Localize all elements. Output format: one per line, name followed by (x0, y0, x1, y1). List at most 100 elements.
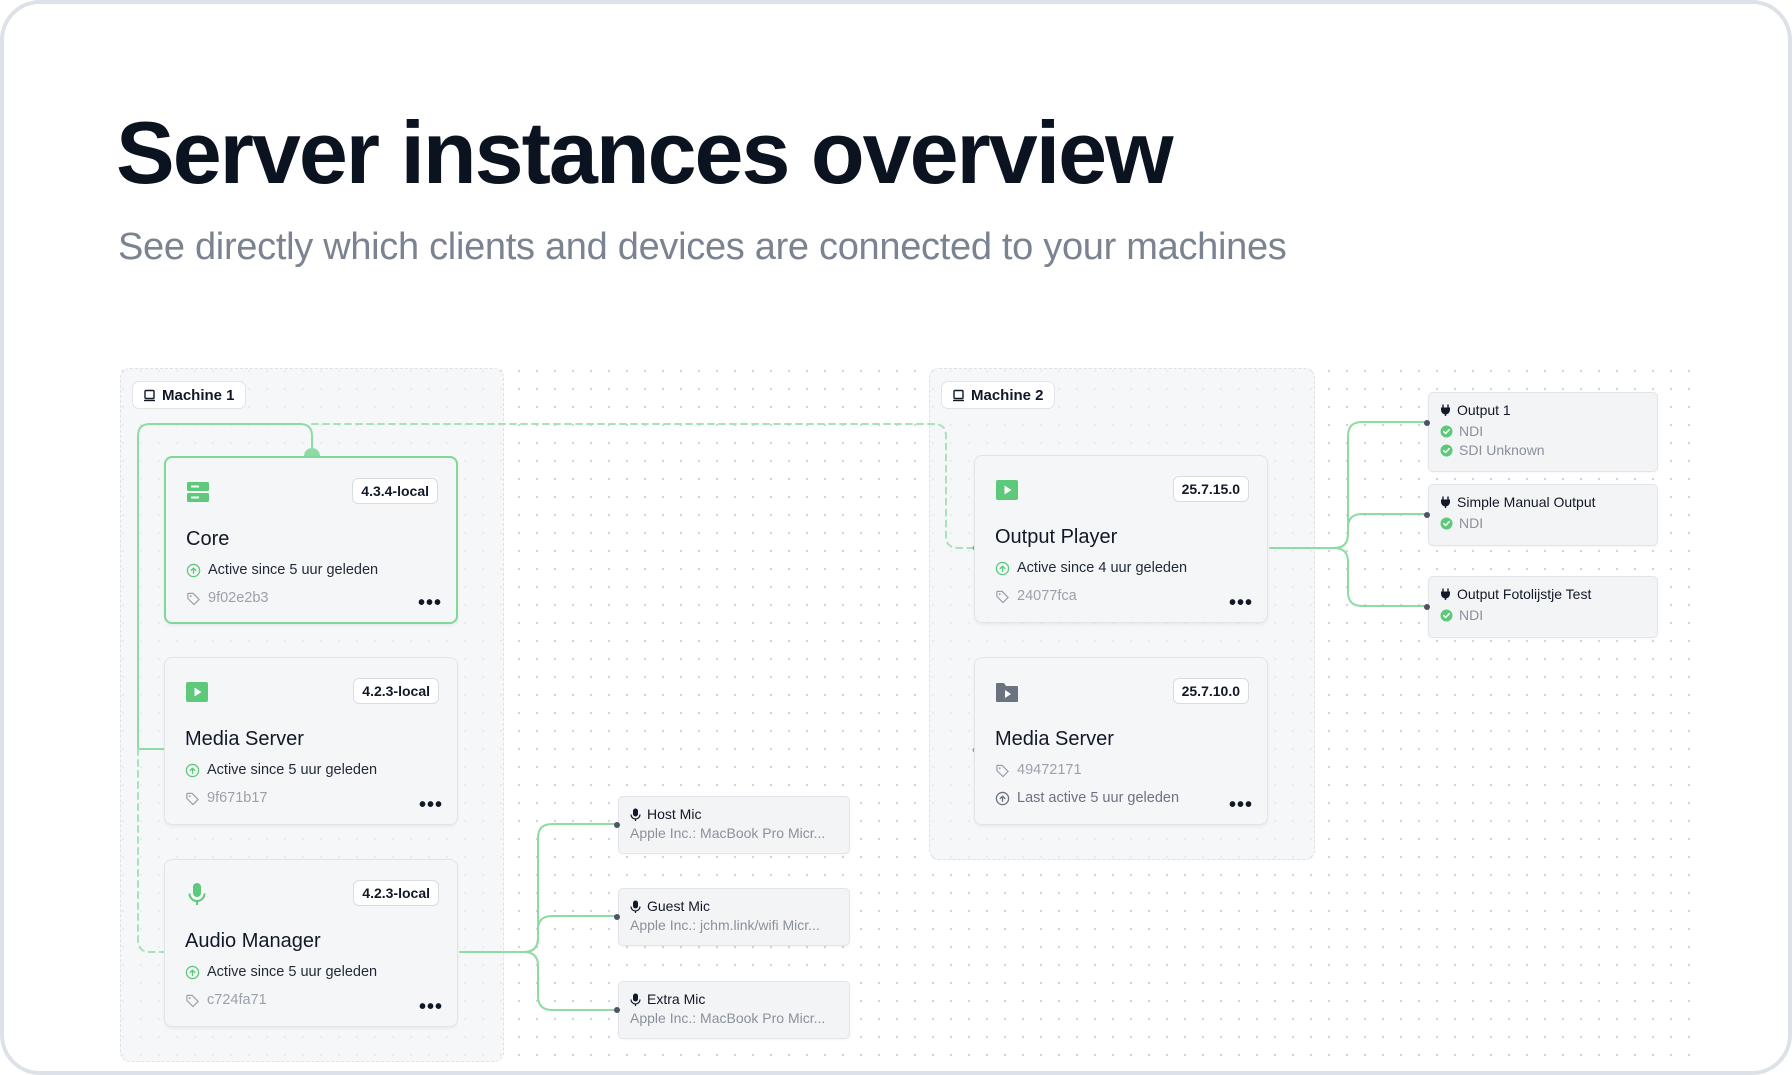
more-options-button[interactable]: ••• (1229, 795, 1253, 815)
id-row: 9f02e2b3 (186, 590, 268, 606)
signal-row: NDI (1440, 423, 1483, 439)
device-source: Apple Inc.: jchm.link/wifi Micr... (630, 917, 820, 933)
device-name: Extra Mic (647, 991, 706, 1007)
signal-label: NDI (1459, 423, 1484, 439)
active-status-icon (995, 561, 1010, 575)
connection-handle[interactable] (614, 1007, 620, 1013)
output-name-row: Output 1 (1440, 402, 1511, 418)
server-name: Core (186, 528, 230, 550)
microphone-icon (630, 993, 641, 1006)
server-card-media-server-1[interactable]: 4.2.3-local Media Server Active since 5 … (164, 657, 458, 825)
device-name: Host Mic (647, 806, 702, 822)
status-row: Active since 5 uur geleden (185, 762, 377, 778)
signal-label: NDI (1459, 607, 1484, 623)
server-name: Media Server (185, 728, 304, 750)
active-status-icon (185, 965, 200, 979)
more-options-button[interactable]: ••• (419, 997, 443, 1017)
output-node-output-fotolijstje-test[interactable]: Output Fotolijstje Test NDI (1424, 576, 1658, 638)
microphone-icon (188, 883, 206, 905)
window-frame: Server instances overview See directly w… (0, 0, 1792, 1075)
connection-handle[interactable] (1424, 604, 1430, 610)
more-options-button[interactable]: ••• (419, 795, 443, 815)
id-row: 9f671b17 (185, 790, 267, 806)
play-icon (996, 480, 1018, 500)
status-text: Active since 5 uur geleden (207, 964, 378, 980)
clock-icon (995, 791, 1010, 805)
check-circle-icon (1440, 425, 1453, 437)
id-row: 49472171 (995, 762, 1082, 778)
server-card-media-server-2[interactable]: 25.7.10.0 Media Server 49472171 Last act… (974, 657, 1268, 825)
device-name-row: Host Mic (630, 806, 701, 822)
tag-icon (996, 764, 1009, 777)
signal-label: SDI Unknown (1459, 442, 1545, 458)
active-status-icon (185, 763, 200, 777)
status-row: Active since 5 uur geleden (186, 562, 378, 578)
status-row: Active since 4 uur geleden (995, 560, 1187, 576)
id-row: c724fa71 (185, 992, 267, 1008)
output-name-row: Simple Manual Output (1440, 494, 1596, 510)
device-node-host-mic[interactable]: Host Mic Apple Inc.: MacBook Pro Micr... (614, 796, 850, 854)
output-name: Simple Manual Output (1457, 494, 1596, 510)
more-options-button[interactable]: ••• (1229, 593, 1253, 613)
folder-play-icon (996, 683, 1018, 702)
check-circle-icon (1440, 609, 1453, 621)
active-status-icon (186, 563, 201, 577)
connection-handle[interactable] (614, 822, 620, 828)
server-name: Output Player (995, 526, 1118, 548)
last-active-row: Last active 5 uur geleden (995, 790, 1179, 806)
plug-icon (1441, 588, 1450, 600)
output-node-output-1[interactable]: Output 1 NDI SDI Unknown (1424, 392, 1658, 472)
device-source: Apple Inc.: MacBook Pro Micr... (630, 825, 826, 841)
instance-id: 49472171 (1017, 762, 1082, 778)
output-node-simple-manual-output[interactable]: Simple Manual Output NDI (1424, 484, 1658, 546)
last-active-text: Last active 5 uur geleden (1017, 790, 1180, 806)
status-text: Active since 5 uur geleden (207, 762, 378, 778)
output-name-row: Output Fotolijstje Test (1440, 586, 1591, 602)
device-node-guest-mic[interactable]: Guest Mic Apple Inc.: jchm.link/wifi Mic… (614, 888, 850, 946)
device-source: Apple Inc.: MacBook Pro Micr... (630, 1010, 826, 1026)
output-name: Output Fotolijstje Test (1457, 586, 1592, 602)
more-options-button[interactable]: ••• (418, 593, 442, 613)
server-card-output-player[interactable]: 25.7.15.0 Output Player Active since 4 u… (974, 455, 1268, 623)
version-badge: 25.7.15.0 (1172, 476, 1249, 502)
tag-icon (186, 792, 199, 805)
device-name-row: Guest Mic (630, 898, 710, 914)
instance-id: 24077fca (1017, 588, 1077, 604)
plug-icon (1441, 404, 1450, 416)
status-text: Active since 4 uur geleden (1017, 560, 1188, 576)
instance-id: 9f02e2b3 (208, 590, 269, 606)
connection-handle[interactable] (1424, 420, 1430, 426)
plug-icon (1441, 496, 1450, 508)
microphone-icon (630, 808, 641, 821)
id-row: 24077fca (995, 588, 1077, 604)
signal-row: NDI (1440, 515, 1483, 531)
status-text: Active since 5 uur geleden (208, 562, 379, 578)
output-name: Output 1 (1457, 402, 1511, 418)
device-name-row: Extra Mic (630, 991, 705, 1007)
status-row: Active since 5 uur geleden (185, 964, 377, 980)
check-circle-icon (1440, 517, 1453, 529)
instance-id: c724fa71 (207, 992, 267, 1008)
server-card-core[interactable]: 4.3.4-local Core Active since 5 uur gele… (164, 456, 458, 624)
signal-row: NDI (1440, 607, 1483, 623)
device-node-extra-mic[interactable]: Extra Mic Apple Inc.: MacBook Pro Micr..… (614, 981, 850, 1039)
check-circle-icon (1440, 444, 1453, 456)
version-badge: 4.2.3-local (353, 880, 439, 906)
connection-handle[interactable] (614, 914, 620, 920)
microphone-icon (630, 900, 641, 913)
server-name: Media Server (995, 728, 1114, 750)
version-badge: 4.2.3-local (353, 678, 439, 704)
play-icon (186, 682, 208, 702)
tag-icon (996, 590, 1009, 603)
tag-icon (187, 592, 200, 605)
connection-handle[interactable] (1424, 512, 1430, 518)
server-card-audio-manager[interactable]: 4.2.3-local Audio Manager Active since 5… (164, 859, 458, 1027)
device-name: Guest Mic (647, 898, 711, 914)
signal-row: SDI Unknown (1440, 442, 1545, 458)
server-name: Audio Manager (185, 930, 321, 952)
instance-id: 9f671b17 (207, 790, 268, 806)
version-badge: 4.3.4-local (352, 478, 438, 504)
tag-icon (186, 994, 199, 1007)
version-badge: 25.7.10.0 (1172, 678, 1249, 704)
server-icon (187, 482, 209, 502)
